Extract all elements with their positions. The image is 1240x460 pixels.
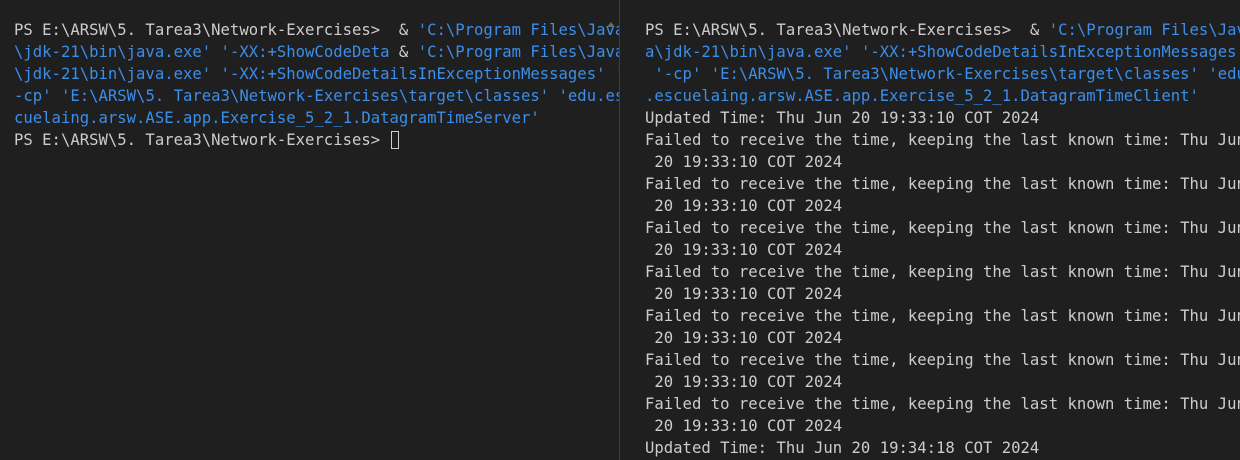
terminal-text: 20 19:33:10 COT 2024 <box>645 241 843 259</box>
terminal-line: a\jdk-21\bin\java.exe' '-XX:+ShowCodeDet… <box>645 41 1240 63</box>
terminal-line: Failed to receive the time, keeping the … <box>645 393 1240 415</box>
command-argument: \jdk-21\bin\java.exe' <box>14 65 212 83</box>
scroll-up-icon[interactable] <box>607 22 615 27</box>
terminal-text: 20 19:33:10 COT 2024 <box>645 285 843 303</box>
command-argument: '-XX:+ShowCodeDetailsInExceptionMessages… <box>220 65 606 83</box>
terminal-line: Failed to receive the time, keeping the … <box>645 129 1240 151</box>
terminal-line: 20 19:33:10 COT 2024 <box>645 151 1240 173</box>
terminal-line: Updated Time: Thu Jun 20 19:33:10 COT 20… <box>645 107 1240 129</box>
terminal-text: Failed to receive the time, keeping the … <box>645 395 1240 413</box>
terminal-line: PS E:\ARSW\5. Tarea3\Network-Exercises> <box>14 129 619 151</box>
terminal-text: PS E:\ARSW\5. Tarea3\Network-Exercises> … <box>14 21 418 39</box>
command-argument: 'E:\ARSW\5. Tarea3\Network-Exercises\tar… <box>51 87 619 105</box>
terminal-area: PS E:\ARSW\5. Tarea3\Network-Exercises> … <box>0 0 1240 460</box>
terminal-text: Failed to receive the time, keeping the … <box>645 175 1240 193</box>
terminal-text: & <box>389 43 418 61</box>
terminal-output: PS E:\ARSW\5. Tarea3\Network-Exercises> … <box>14 19 619 151</box>
terminal-line: -cp' 'E:\ARSW\5. Tarea3\Network-Exercise… <box>14 85 619 107</box>
command-argument: .escuelaing.arsw.ASE.app.Exercise_5_2_1.… <box>645 87 1199 105</box>
terminal-text: PS E:\ARSW\5. Tarea3\Network-Exercises> <box>14 131 390 149</box>
terminal-line: 20 19:33:10 COT 2024 <box>645 239 1240 261</box>
terminal-text: PS E:\ARSW\5. Tarea3\Network-Exercises> … <box>645 21 1049 39</box>
command-argument: a\jdk-21\bin\java.exe' <box>645 43 852 61</box>
terminal-line: \jdk-21\bin\java.exe' '-XX:+ShowCodeDeta… <box>14 41 619 63</box>
command-argument: cuelaing.arsw.ASE.app.Exercise_5_2_1.Dat… <box>14 109 540 127</box>
terminal-line: PS E:\ARSW\5. Tarea3\Network-Exercises> … <box>14 19 619 41</box>
terminal-pane-client[interactable]: PS E:\ARSW\5. Tarea3\Network-Exercises> … <box>620 0 1240 460</box>
terminal-text: Failed to receive the time, keeping the … <box>645 351 1240 369</box>
terminal-line: 20 19:33:10 COT 2024 <box>645 415 1240 437</box>
terminal-line: .escuelaing.arsw.ASE.app.Exercise_5_2_1.… <box>645 85 1240 107</box>
terminal-text: 20 19:33:10 COT 2024 <box>645 197 843 215</box>
terminal-text: 20 19:33:10 COT 2024 <box>645 153 843 171</box>
terminal-cursor <box>390 131 399 149</box>
terminal-line: 20 19:33:10 COT 2024 <box>645 371 1240 393</box>
terminal-text: 20 19:33:10 COT 2024 <box>645 329 843 347</box>
terminal-line: Failed to receive the time, keeping the … <box>645 217 1240 239</box>
command-argument: '-XX:+ShowCodeDetailsInExceptionMessages… <box>860 43 1240 61</box>
terminal-line: 20 19:33:10 COT 2024 <box>645 195 1240 217</box>
command-argument: 'edu <box>1208 65 1240 83</box>
terminal-line: Failed to receive the time, keeping the … <box>645 173 1240 195</box>
terminal-line: Updated Time: Thu Jun 20 19:34:18 COT 20… <box>645 437 1240 459</box>
terminal-output: PS E:\ARSW\5. Tarea3\Network-Exercises> … <box>645 19 1240 459</box>
terminal-text: Updated Time: Thu Jun 20 19:33:10 COT 20… <box>645 109 1040 127</box>
terminal-line: cuelaing.arsw.ASE.app.Exercise_5_2_1.Dat… <box>14 107 619 129</box>
command-argument: '-XX:+ShowCodeDeta <box>220 43 390 61</box>
terminal-pane-server[interactable]: PS E:\ARSW\5. Tarea3\Network-Exercises> … <box>0 0 619 460</box>
command-argument: '-cp' <box>645 65 702 83</box>
terminal-text: 20 19:33:10 COT 2024 <box>645 417 843 435</box>
terminal-text: Updated Time: Thu Jun 20 19:34:18 COT 20… <box>645 439 1040 457</box>
command-argument: -cp' <box>14 87 52 105</box>
terminal-text: Failed to receive the time, keeping the … <box>645 219 1240 237</box>
command-argument: ' <box>605 65 619 83</box>
terminal-text: Failed to receive the time, keeping the … <box>645 307 1240 325</box>
terminal-line: Failed to receive the time, keeping the … <box>645 261 1240 283</box>
terminal-text: 20 19:33:10 COT 2024 <box>645 373 843 391</box>
command-argument: 'E:\ARSW\5. Tarea3\Network-Exercises\tar… <box>710 65 1199 83</box>
command-argument: \jdk-21\bin\java.exe' <box>14 43 212 61</box>
terminal-text: Failed to receive the time, keeping the … <box>645 131 1240 149</box>
terminal-line: 20 19:33:10 COT 2024 <box>645 283 1240 305</box>
terminal-line: '-cp' 'E:\ARSW\5. Tarea3\Network-Exercis… <box>645 63 1240 85</box>
command-argument: 'C:\Program Files\Jav <box>1048 21 1240 39</box>
terminal-line: Failed to receive the time, keeping the … <box>645 349 1240 371</box>
terminal-line: 20 19:33:10 COT 2024 <box>645 327 1240 349</box>
terminal-line: \jdk-21\bin\java.exe' '-XX:+ShowCodeDeta… <box>14 63 619 85</box>
terminal-text: Failed to receive the time, keeping the … <box>645 263 1240 281</box>
command-argument: 'C:\Program Files\Java <box>417 43 619 61</box>
terminal-line: PS E:\ARSW\5. Tarea3\Network-Exercises> … <box>645 19 1240 41</box>
command-argument: 'C:\Program Files\Java <box>417 21 619 39</box>
terminal-line: Failed to receive the time, keeping the … <box>645 305 1240 327</box>
